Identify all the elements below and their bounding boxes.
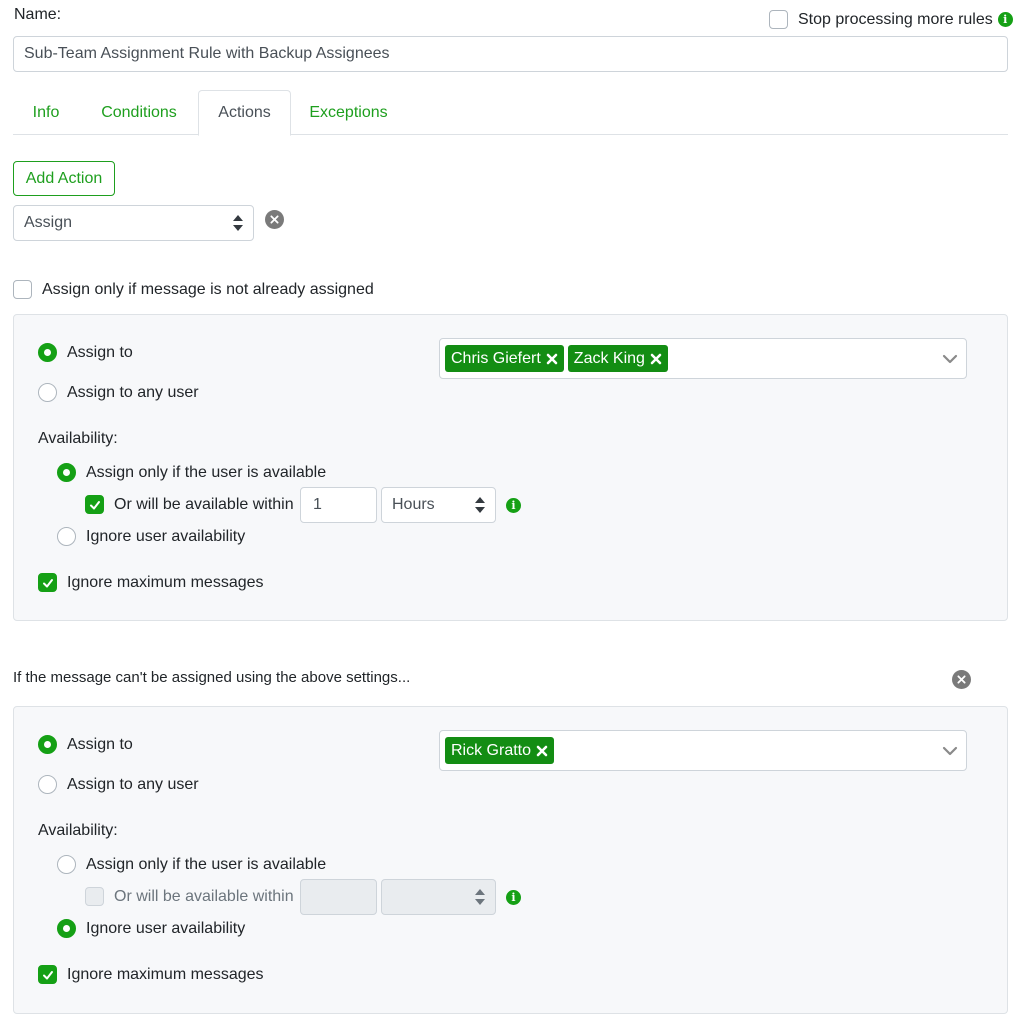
assign-to-label[interactable]: Assign to [67, 736, 133, 754]
remove-action-x-circle-icon[interactable] [265, 210, 284, 229]
remove-tag-x-icon[interactable] [650, 353, 662, 365]
ignore-max-label[interactable]: Ignore maximum messages [67, 574, 264, 592]
remove-fallback-x-circle-icon[interactable] [952, 670, 971, 689]
tab-bar: Info Conditions Actions Exceptions [13, 90, 1008, 136]
assign-only-unassigned-label[interactable]: Assign only if message is not already as… [42, 281, 374, 299]
stop-processing-label[interactable]: Stop processing more rules [798, 11, 993, 29]
backup-assignment-panel: Assign to Assign to any user Rick Gratto… [13, 706, 1008, 1014]
assignee-tag: Chris Giefert [445, 345, 564, 372]
assign-to-any-option[interactable]: Assign to any user [38, 775, 199, 794]
within-unit-value: Hours [392, 496, 435, 513]
ignore-availability-label[interactable]: Ignore user availability [86, 528, 245, 546]
only-if-available-radio[interactable] [57, 463, 76, 482]
assign-to-option[interactable]: Assign to [38, 343, 133, 362]
ignore-max-option[interactable]: Ignore maximum messages [38, 573, 264, 592]
within-amount-input [300, 879, 377, 915]
assignee-tag-label: Chris Giefert [451, 349, 541, 367]
within-amount-input[interactable]: 1 [300, 487, 377, 523]
tab-conditions[interactable]: Conditions [79, 90, 199, 135]
available-within-label[interactable]: Or will be available within [114, 496, 294, 514]
tab-info[interactable]: Info [13, 90, 79, 135]
assignee-tag-label: Zack King [573, 349, 645, 367]
info-icon[interactable]: i [997, 12, 1013, 27]
available-within-label: Or will be available within [114, 887, 294, 905]
updown-icon [475, 497, 485, 513]
check-icon [42, 578, 53, 587]
assign-to-any-label[interactable]: Assign to any user [67, 776, 199, 794]
name-label: Name: [14, 6, 62, 23]
ignore-max-checkbox[interactable] [38, 573, 57, 592]
chevron-down-icon[interactable] [942, 745, 958, 757]
within-info-icon[interactable]: i [506, 890, 521, 905]
action-type-value: Assign [24, 214, 73, 231]
ignore-availability-radio[interactable] [57, 919, 76, 938]
assign-to-any-radio[interactable] [38, 775, 57, 794]
available-within-option: Or will be available within [85, 887, 294, 906]
assign-to-any-option[interactable]: Assign to any user [38, 383, 199, 402]
primary-assignment-panel: Assign to Assign to any user Chris Giefe… [13, 314, 1008, 621]
assign-to-any-radio[interactable] [38, 383, 57, 402]
check-icon [42, 970, 53, 979]
assignee-tag: Zack King [567, 345, 668, 372]
only-if-available-label[interactable]: Assign only if the user is available [86, 464, 326, 482]
ignore-max-checkbox[interactable] [38, 965, 57, 984]
ignore-availability-option[interactable]: Ignore user availability [57, 919, 245, 938]
assignee-tag-label: Rick Gratto [451, 741, 532, 759]
fallback-text: If the message can't be assigned using t… [13, 669, 411, 686]
assignee-multiselect[interactable]: Rick Gratto [439, 730, 967, 771]
ignore-availability-option[interactable]: Ignore user availability [57, 527, 245, 546]
tab-exceptions[interactable]: Exceptions [291, 90, 406, 135]
availability-label: Availability: [38, 822, 118, 839]
check-icon [89, 500, 100, 509]
within-unit-select[interactable]: Hours [381, 487, 496, 523]
only-if-available-option[interactable]: Assign only if the user is available [57, 463, 326, 482]
assign-only-unassigned-checkbox[interactable] [13, 280, 32, 299]
assign-to-any-label[interactable]: Assign to any user [67, 384, 199, 402]
available-within-checkbox[interactable] [85, 495, 104, 514]
within-unit-select [381, 879, 496, 915]
only-if-available-option[interactable]: Assign only if the user is available [57, 855, 326, 874]
only-if-available-label[interactable]: Assign only if the user is available [86, 856, 326, 874]
availability-label: Availability: [38, 430, 118, 447]
ignore-max-option[interactable]: Ignore maximum messages [38, 965, 264, 984]
assign-to-option[interactable]: Assign to [38, 735, 133, 754]
updown-icon [233, 215, 243, 231]
rule-name-input[interactable]: Sub-Team Assignment Rule with Backup Ass… [13, 36, 1008, 72]
remove-tag-x-icon[interactable] [536, 745, 548, 757]
ignore-availability-radio[interactable] [57, 527, 76, 546]
assignee-tag: Rick Gratto [445, 737, 555, 764]
assign-only-unassigned-option[interactable]: Assign only if message is not already as… [13, 280, 374, 299]
available-within-option[interactable]: Or will be available within [85, 495, 294, 514]
action-type-select[interactable]: Assign [13, 205, 254, 241]
updown-icon [475, 889, 485, 905]
stop-processing-checkbox[interactable] [769, 10, 788, 29]
assign-to-label[interactable]: Assign to [67, 344, 133, 362]
tab-actions[interactable]: Actions [198, 90, 291, 136]
ignore-max-label[interactable]: Ignore maximum messages [67, 966, 264, 984]
chevron-down-icon[interactable] [942, 353, 958, 365]
add-action-button[interactable]: Add Action [13, 161, 115, 196]
stop-processing-control[interactable]: Stop processing more rules i [769, 10, 1013, 29]
only-if-available-radio[interactable] [57, 855, 76, 874]
assign-to-radio[interactable] [38, 735, 57, 754]
assign-to-radio[interactable] [38, 343, 57, 362]
remove-tag-x-icon[interactable] [546, 353, 558, 365]
available-within-checkbox [85, 887, 104, 906]
ignore-availability-label[interactable]: Ignore user availability [86, 920, 245, 938]
within-info-icon[interactable]: i [506, 498, 521, 513]
assignee-multiselect[interactable]: Chris Giefert Zack King [439, 338, 967, 379]
